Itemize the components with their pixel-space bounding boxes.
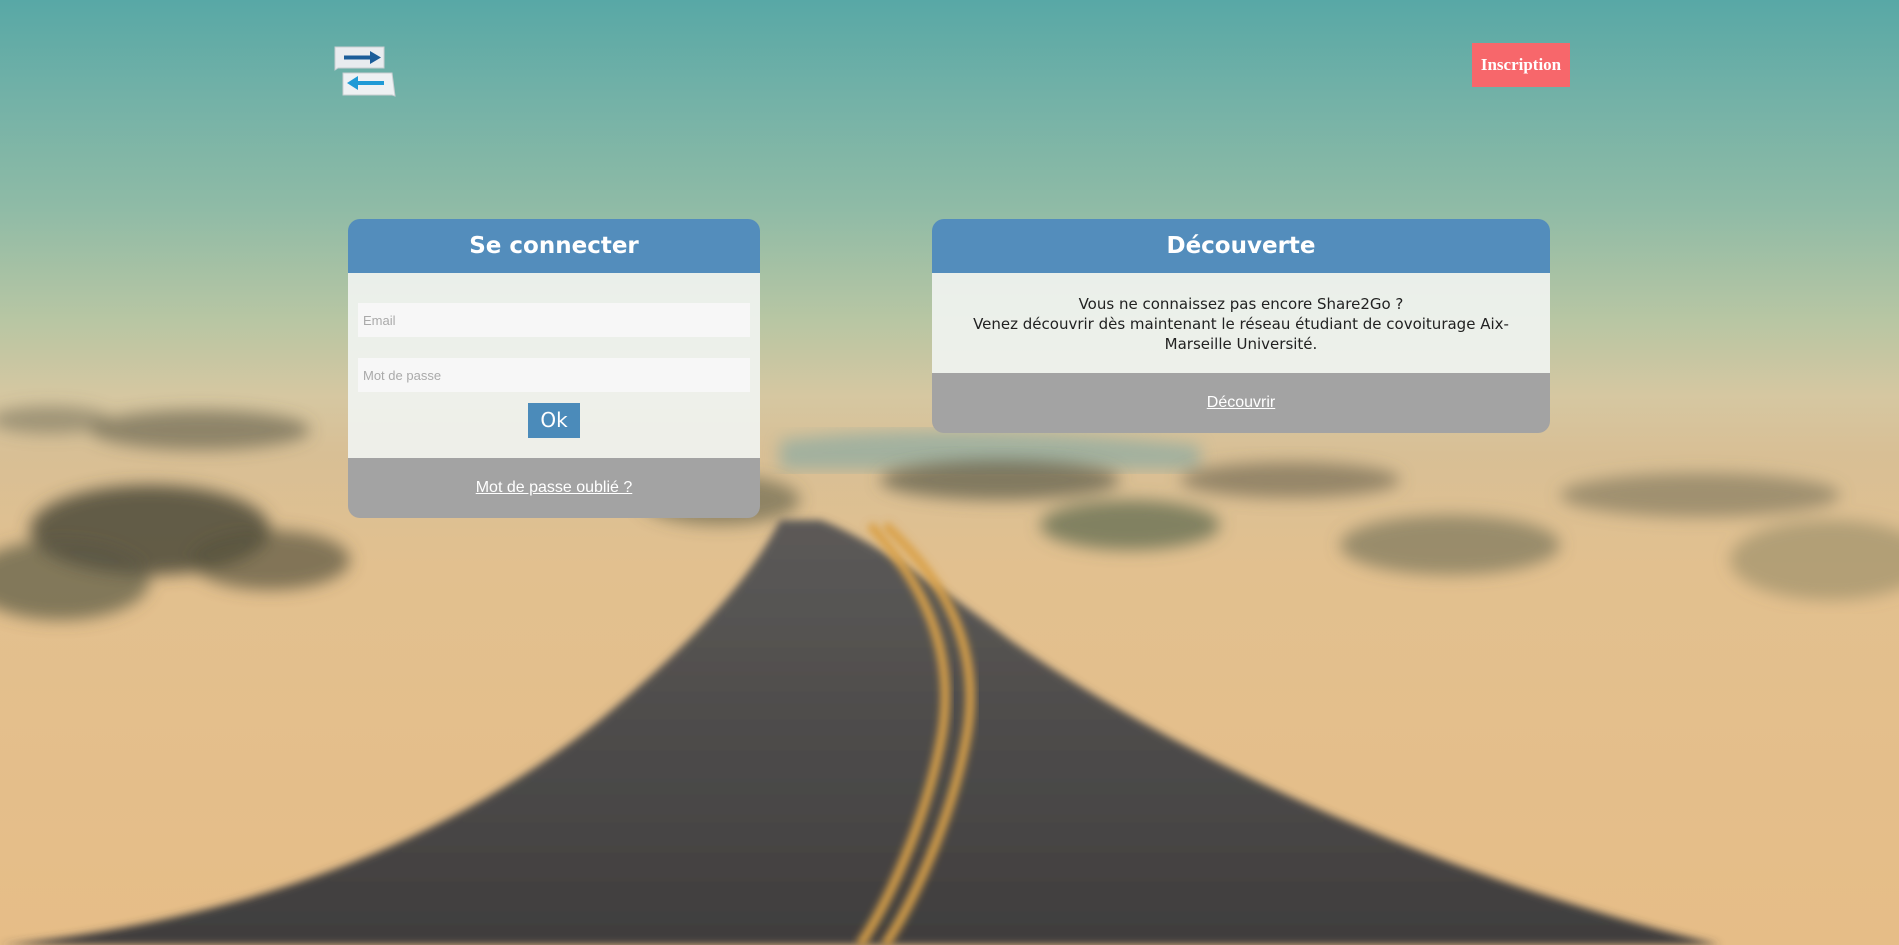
login-footer: Mot de passe oublié ? [348, 458, 760, 518]
email-field[interactable] [358, 303, 750, 337]
share2go-logo-icon [334, 46, 396, 97]
discover-footer: Découvrir [932, 373, 1550, 433]
discover-description: Vous ne connaissez pas encore Share2Go ?… [932, 273, 1550, 373]
login-title: Se connecter [348, 219, 760, 273]
discover-card: Découverte Vous ne connaissez pas encore… [932, 219, 1550, 433]
login-submit-button[interactable]: Ok [528, 403, 580, 438]
signup-button[interactable]: Inscription [1472, 43, 1570, 87]
discover-text-line1: Vous ne connaissez pas encore Share2Go ? [1078, 295, 1404, 313]
password-field[interactable] [358, 358, 750, 392]
background-desert-road-image [0, 0, 1899, 945]
discover-text-line2: Venez découvrir dès maintenant le réseau… [973, 315, 1509, 353]
login-card: Se connecter Ok Mot de passe oublié ? [348, 219, 760, 518]
discover-title: Découverte [932, 219, 1550, 273]
forgot-password-link[interactable]: Mot de passe oublié ? [476, 479, 633, 496]
login-form: Ok [348, 273, 760, 458]
discover-link[interactable]: Découvrir [1207, 394, 1275, 411]
logo[interactable] [334, 46, 396, 98]
desert-road-illustration [0, 406, 1899, 945]
